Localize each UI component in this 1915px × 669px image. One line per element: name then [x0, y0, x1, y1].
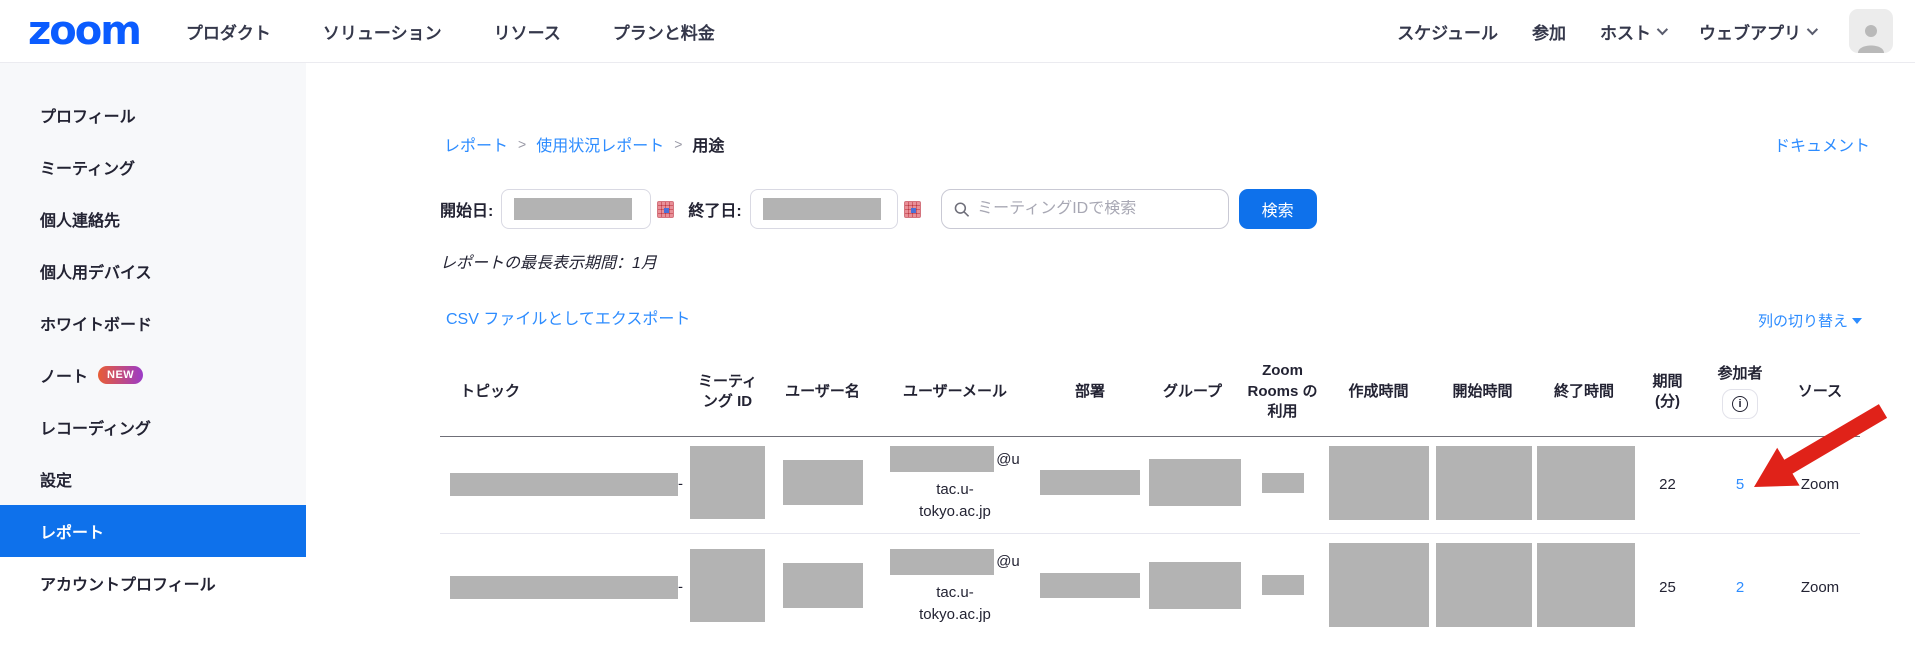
export-csv-link[interactable]: CSV ファイルとしてエクスポート	[446, 305, 690, 329]
sidebar-item-meetings[interactable]: ミーティング	[0, 141, 306, 193]
redacted-block	[1329, 543, 1429, 627]
sidebar-item-profile[interactable]: プロフィール	[0, 89, 306, 141]
search-icon	[954, 201, 969, 218]
redacted-block	[763, 198, 881, 220]
col-end-time: 終了時間	[1533, 348, 1635, 436]
nav-plans-pricing[interactable]: プランと料金	[613, 19, 715, 44]
table-row: - @u tac.u- tokyo.ac.jp 25 2 Zoom	[440, 533, 1860, 641]
source-cell: Zoom	[1780, 436, 1860, 533]
usage-report-table: トピック ミーティング ID ユーザー名 ユーザーメール 部署 グループ Zoo…	[440, 348, 1860, 641]
end-date-field[interactable]	[750, 189, 898, 229]
end-date-label: 終了日:	[688, 197, 741, 221]
breadcrumb-reports[interactable]: レポート	[444, 132, 508, 156]
nav-products[interactable]: プロダクト	[186, 19, 271, 44]
redacted-block	[1537, 543, 1635, 627]
search-button[interactable]: 検索	[1239, 189, 1317, 229]
nav-join[interactable]: 参加	[1532, 19, 1566, 44]
table-row: - @u tac.u- tokyo.ac.jp 22 5 Zoom	[440, 436, 1860, 533]
redacted-block	[890, 446, 994, 472]
toggle-columns-dropdown[interactable]: 列の切り替え	[1758, 310, 1862, 331]
user-avatar[interactable]	[1849, 9, 1893, 53]
user-email-cell: @u tac.u- tokyo.ac.jp	[875, 436, 1035, 533]
search-input[interactable]	[977, 200, 1216, 218]
redacted-block	[1262, 473, 1304, 493]
info-icon: i	[1732, 396, 1748, 412]
chevron-down-icon	[1657, 24, 1668, 35]
redacted-block	[450, 473, 678, 496]
redacted-block	[1436, 446, 1532, 520]
redacted-block	[783, 460, 863, 505]
source-cell: Zoom	[1780, 533, 1860, 641]
sidebar-item-personal-contacts[interactable]: 個人連絡先	[0, 193, 306, 245]
col-user-name: ユーザー名	[770, 348, 875, 436]
sidebar: プロフィール ミーティング 個人連絡先 個人用デバイス ホワイトボード ノートN…	[0, 63, 306, 548]
sidebar-item-reports[interactable]: レポート	[0, 505, 306, 557]
col-creation-time: 作成時間	[1325, 348, 1432, 436]
participants-count-link[interactable]: 2	[1736, 579, 1744, 596]
top-header: zoom プロダクト ソリューション リソース プランと料金 スケジュール 参加…	[0, 0, 1915, 63]
participants-count-link[interactable]: 5	[1736, 476, 1744, 493]
meeting-id-search	[941, 189, 1229, 229]
redacted-block	[1262, 575, 1304, 595]
breadcrumb: レポート > 使用状況レポート > 用途	[444, 132, 724, 156]
redacted-block	[690, 549, 765, 622]
redacted-block	[1040, 470, 1140, 495]
sidebar-item-whiteboard[interactable]: ホワイトボード	[0, 297, 306, 349]
breadcrumb-usage-reports[interactable]: 使用状況レポート	[536, 132, 664, 156]
breadcrumb-separator: >	[674, 136, 682, 152]
new-badge: NEW	[98, 366, 143, 384]
sidebar-item-personal-devices[interactable]: 個人用デバイス	[0, 245, 306, 297]
main-nav: プロダクト ソリューション リソース プランと料金	[186, 19, 715, 44]
chevron-down-icon	[1807, 24, 1818, 35]
documentation-link[interactable]: ドキュメント	[1774, 132, 1870, 156]
sidebar-item-recordings[interactable]: レコーディング	[0, 401, 306, 453]
sidebar-item-settings[interactable]: 設定	[0, 453, 306, 505]
col-meeting-id: ミーティング ID	[685, 348, 770, 436]
col-duration-min: 期間 (分)	[1635, 348, 1700, 436]
nav-web-app[interactable]: ウェブアプリ	[1699, 19, 1815, 44]
account-nav: スケジュール 参加 ホスト ウェブアプリ	[1397, 9, 1893, 53]
col-start-time: 開始時間	[1432, 348, 1533, 436]
sidebar-item-notes[interactable]: ノートNEW	[0, 349, 306, 401]
nav-resources[interactable]: リソース	[494, 19, 561, 44]
col-zoom-rooms-usage: Zoom Rooms の利用	[1240, 348, 1325, 436]
start-date-label: 開始日:	[440, 197, 493, 221]
redacted-block	[514, 198, 632, 220]
filter-row: 開始日: 終了日: 検索	[440, 189, 1317, 229]
table-header-row: トピック ミーティング ID ユーザー名 ユーザーメール 部署 グループ Zoo…	[440, 348, 1860, 436]
redacted-block	[1436, 543, 1532, 627]
redacted-block	[783, 563, 863, 608]
col-user-email: ユーザーメール	[875, 348, 1035, 436]
sidebar-item-account-profile[interactable]: アカウントプロフィール	[0, 557, 306, 609]
calendar-icon[interactable]	[657, 201, 674, 218]
breadcrumb-current-page: 用途	[692, 132, 724, 156]
col-topic: トピック	[440, 348, 685, 436]
redacted-block	[890, 549, 994, 575]
caret-down-icon	[1852, 318, 1862, 324]
calendar-icon[interactable]	[904, 201, 921, 218]
user-email-cell: @u tac.u- tokyo.ac.jp	[875, 533, 1035, 641]
duration-cell: 22	[1635, 436, 1700, 533]
redacted-block	[690, 446, 765, 519]
breadcrumb-separator: >	[518, 136, 526, 152]
redacted-block	[1149, 562, 1241, 609]
nav-solutions[interactable]: ソリューション	[323, 19, 442, 44]
start-date-field[interactable]	[501, 189, 651, 229]
participants-info-button[interactable]: i	[1722, 389, 1758, 419]
nav-host[interactable]: ホスト	[1600, 19, 1665, 44]
duration-cell: 25	[1635, 533, 1700, 641]
redacted-block	[1537, 446, 1635, 520]
redacted-block	[450, 576, 678, 599]
col-group: グループ	[1145, 348, 1240, 436]
redacted-block	[1040, 573, 1140, 598]
col-source: ソース	[1780, 348, 1860, 436]
person-icon	[1854, 19, 1888, 53]
zoom-logo[interactable]: zoom	[28, 11, 140, 51]
nav-schedule[interactable]: スケジュール	[1397, 19, 1498, 44]
redacted-block	[1149, 459, 1241, 506]
redacted-block	[1329, 446, 1429, 520]
max-period-note: レポートの最長表示期間：1月	[440, 249, 657, 273]
col-department: 部署	[1035, 348, 1145, 436]
col-participants: 参加者 i	[1700, 348, 1780, 436]
